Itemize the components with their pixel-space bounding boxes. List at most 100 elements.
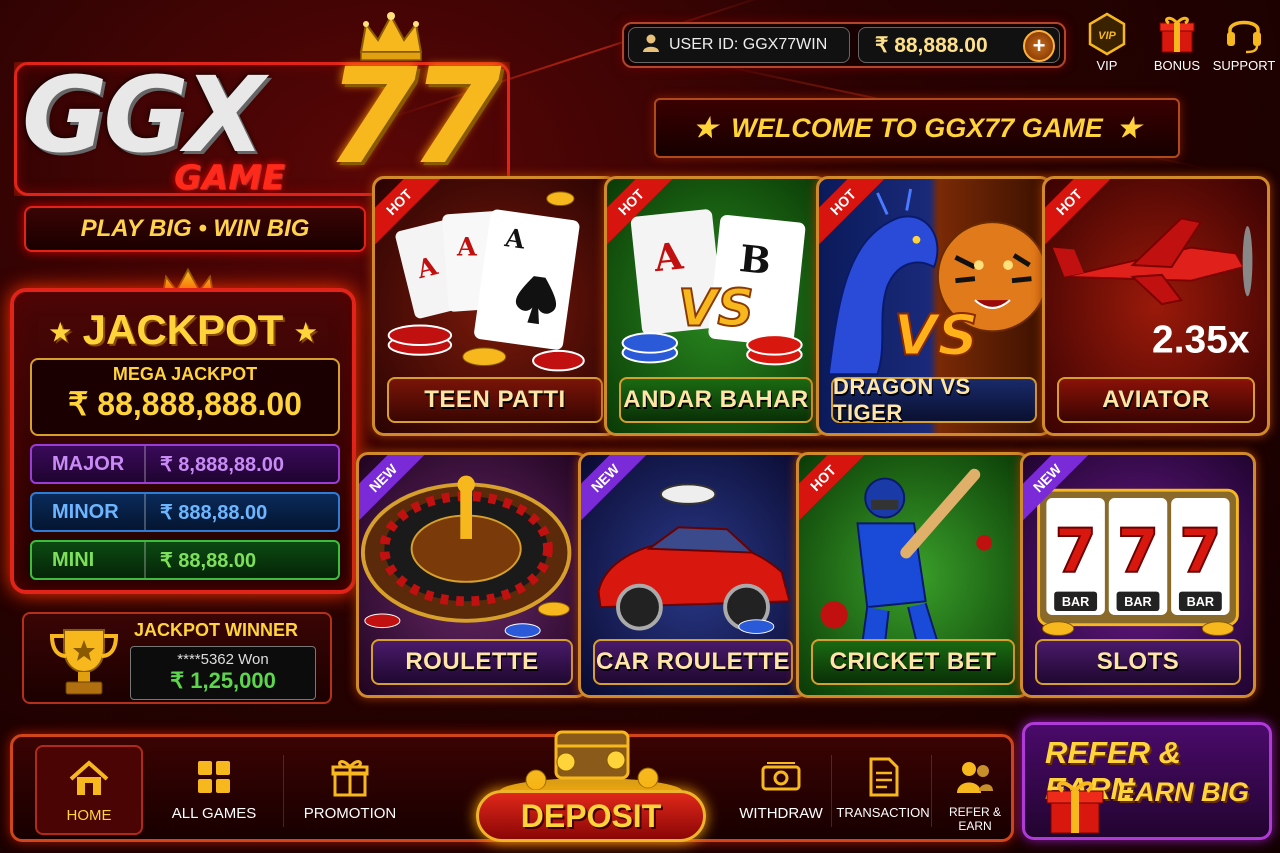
- svg-text:BAR: BAR: [1124, 595, 1151, 609]
- nav-label: WITHDRAW: [739, 805, 823, 822]
- gift-icon: [328, 755, 372, 799]
- nav-label: PROMOTION: [303, 805, 397, 822]
- bonus-button[interactable]: BONUS: [1142, 12, 1212, 73]
- svg-text:VS: VS: [678, 278, 754, 337]
- user-id-box[interactable]: USER ID: GGX77WIN: [628, 27, 850, 63]
- refer-subtitle: EARN BIG: [1117, 777, 1250, 807]
- welcome-text: WELCOME TO GGX77 GAME: [731, 112, 1103, 143]
- cash-icon: [759, 755, 803, 799]
- svg-text:VS: VS: [894, 304, 978, 369]
- jackpot-winner-panel: JACKPOT WINNER ****5362 Won ₹ 1,25,000: [22, 612, 332, 704]
- document-icon: [861, 755, 905, 799]
- nav-label: HOME: [66, 807, 112, 824]
- wallet-balance: ₹ 88,888.00 +: [858, 27, 1060, 63]
- game-card-slots[interactable]: 7 7 7 BAR BAR BAR NEW SLOTS: [1020, 452, 1256, 698]
- gift-icon: [1157, 12, 1197, 56]
- logo-text-77: 77: [326, 40, 502, 194]
- welcome-banner: ★ WELCOME TO GGX77 GAME ★: [654, 98, 1180, 158]
- game-title: CRICKET BET: [811, 639, 1015, 685]
- add-funds-button[interactable]: +: [1023, 30, 1055, 62]
- game-card-dragon-vs-tiger[interactable]: VS HOT DRAGON VS TIGER: [816, 176, 1052, 436]
- svg-text:A: A: [651, 233, 686, 280]
- headset-icon: [1224, 12, 1264, 56]
- nav-promotion[interactable]: PROMOTION: [295, 745, 405, 835]
- game-title: DRAGON VS TIGER: [831, 374, 1037, 425]
- support-button[interactable]: SUPPORT: [1209, 12, 1279, 73]
- nav-label: REFER & EARN: [948, 805, 1001, 833]
- tier-label: MINI: [52, 548, 95, 571]
- user-bar: USER ID: GGX77WIN ₹ 88,888.00 +: [622, 22, 1066, 68]
- game-card-aviator[interactable]: 2.35x HOT AVIATOR: [1042, 176, 1270, 436]
- tier-value: ₹ 888,88.00: [144, 494, 267, 530]
- mega-jackpot-box: MEGA JACKPOT ₹ 88,888,888.00: [30, 358, 340, 436]
- winner-info: ****5362 Won ₹ 1,25,000: [130, 646, 316, 700]
- winner-amount: ₹ 1,25,000: [170, 668, 276, 693]
- jackpot-title-text: JACKPOT: [82, 306, 284, 353]
- nav-label: ALL GAMES: [171, 805, 257, 822]
- game-card-andar-bahar[interactable]: A B VS HOT ANDAR BAHAR: [604, 176, 828, 436]
- svg-text:7: 7: [1055, 517, 1097, 587]
- grid-icon: [192, 755, 236, 799]
- balance-value: ₹ 88,888.00: [875, 33, 988, 57]
- vip-icon: VIP: [1087, 12, 1127, 56]
- game-title: TEEN PATTI: [387, 377, 603, 423]
- nav-label: TRANSACTION: [836, 805, 930, 820]
- svg-text:7: 7: [1179, 517, 1221, 587]
- bonus-label: BONUS: [1153, 58, 1201, 73]
- star-icon: ★: [1116, 112, 1141, 143]
- home-icon: [67, 757, 111, 801]
- tier-value: ₹ 8,888,88.00: [144, 446, 284, 482]
- nav-divider: [831, 755, 832, 827]
- aviator-multiplier: 2.35x: [1152, 319, 1250, 362]
- refer-earn-banner[interactable]: REFER & EARN EARN BIG: [1022, 722, 1272, 840]
- deposit-area: DEPOSIT: [456, 722, 726, 846]
- nav-divider: [931, 755, 932, 827]
- game-title: AVIATOR: [1057, 377, 1255, 423]
- game-title: ANDAR BAHAR: [619, 377, 813, 423]
- jackpot-panel: ★ JACKPOT ★ MEGA JACKPOT ₹ 88,888,888.00…: [10, 288, 356, 594]
- star-icon: ★: [49, 319, 71, 347]
- nav-refer[interactable]: REFER & EARN: [933, 745, 1017, 835]
- trophy-icon: [44, 624, 124, 698]
- game-title: ROULETTE: [371, 639, 573, 685]
- deposit-button[interactable]: DEPOSIT: [476, 790, 706, 842]
- support-label: SUPPORT: [1212, 58, 1276, 73]
- logo-text-game: GAME: [174, 158, 286, 198]
- svg-text:A: A: [456, 231, 477, 261]
- game-card-car-roulette[interactable]: NEW CAR ROULETTE: [578, 452, 808, 698]
- game-card-cricket-bet[interactable]: HOT CRICKET BET: [796, 452, 1030, 698]
- game-card-teen-patti[interactable]: A A A HOT TEEN PATTI: [372, 176, 618, 436]
- jackpot-title: ★ JACKPOT ★: [14, 306, 352, 354]
- mega-jackpot-value: ₹ 88,888,888.00: [68, 386, 302, 422]
- nav-transaction[interactable]: TRANSACTION: [835, 745, 931, 835]
- logo-crown-icon: [356, 12, 426, 62]
- winner-user: ****5362 Won: [177, 651, 269, 668]
- nav-all-games[interactable]: ALL GAMES: [159, 745, 269, 835]
- svg-text:B: B: [737, 236, 773, 283]
- vip-badge-text: VIP: [1098, 30, 1116, 42]
- gift-icon: [1043, 773, 1107, 837]
- game-title: SLOTS: [1035, 639, 1241, 685]
- users-icon: [953, 755, 997, 799]
- jackpot-tier-mini: MINI ₹ 88,88.00: [30, 540, 340, 580]
- svg-text:7: 7: [1117, 517, 1159, 587]
- tier-label: MAJOR: [52, 452, 125, 475]
- user-id-text: USER ID: GGX77WIN: [669, 36, 828, 53]
- star-icon: ★: [693, 112, 718, 143]
- jackpot-tier-major: MAJOR ₹ 8,888,88.00: [30, 444, 340, 484]
- vip-label: VIP: [1096, 58, 1118, 73]
- mega-jackpot-label: MEGA JACKPOT: [112, 364, 258, 384]
- jackpot-tier-minor: MINOR ₹ 888,88.00: [30, 492, 340, 532]
- nav-home[interactable]: HOME: [35, 745, 143, 835]
- nav-withdraw[interactable]: WITHDRAW: [737, 745, 825, 835]
- tier-value: ₹ 88,88.00: [144, 542, 256, 578]
- svg-text:BAR: BAR: [1187, 595, 1214, 609]
- tagline: PLAY BIG • WIN BIG: [24, 206, 366, 252]
- vip-button[interactable]: VIP VIP: [1072, 12, 1142, 73]
- user-icon: [641, 33, 661, 58]
- svg-text:BAR: BAR: [1062, 595, 1089, 609]
- game-card-roulette[interactable]: NEW ROULETTE: [356, 452, 588, 698]
- winner-title: JACKPOT WINNER: [134, 620, 299, 640]
- tier-label: MINOR: [52, 500, 119, 523]
- game-title: CAR ROULETTE: [593, 639, 793, 685]
